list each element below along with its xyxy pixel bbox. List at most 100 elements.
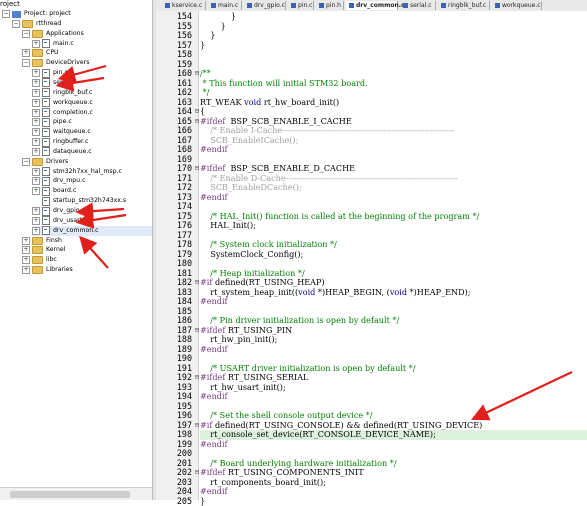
expand-icon[interactable]: + <box>32 148 40 156</box>
collapse-icon[interactable]: − <box>22 30 30 38</box>
project-pane-scrollbar[interactable] <box>0 487 152 500</box>
tree-item-label: Project: project <box>24 9 71 19</box>
code-line[interactable]: } <box>200 22 587 32</box>
code-line[interactable]: } <box>200 31 587 41</box>
expand-icon[interactable]: + <box>32 89 40 97</box>
tree-file-item[interactable]: +ringblk_buf.c <box>32 88 152 98</box>
tree-file-item[interactable]: +workqueue.c <box>32 98 152 108</box>
tree-file-item[interactable]: +pipe.c <box>32 117 152 127</box>
tree-folder-item[interactable]: +Finsh <box>22 236 152 246</box>
expand-icon[interactable]: + <box>32 40 40 48</box>
tree-file-item[interactable]: +dataqueue.c <box>32 147 152 157</box>
code-line[interactable]: SystemClock_Config(); <box>200 250 587 260</box>
tree-file-item[interactable]: +main.c <box>32 39 152 49</box>
tree-item-label: DeviceDrivers <box>46 58 89 68</box>
tree-file-item[interactable]: +pin.c <box>32 68 152 78</box>
code-line[interactable]: rt_hw_usart_init(); <box>200 383 587 393</box>
editor-tab[interactable]: main.c <box>208 1 242 10</box>
code-line[interactable]: rt_console_set_device(RT_CONSOLE_DEVICE_… <box>200 430 587 440</box>
expand-icon[interactable]: + <box>22 266 30 274</box>
tree-file-item[interactable]: +drv_mpu.c <box>32 176 152 186</box>
tree-file-item[interactable]: +serial.c <box>32 78 152 88</box>
expand-icon[interactable]: + <box>32 217 40 225</box>
tree-folder-item[interactable]: + Libraries <box>22 265 152 275</box>
editor-tab[interactable]: serial.c <box>400 1 436 10</box>
tree-item-label: board.c <box>53 186 76 196</box>
tree-file-item[interactable]: startup_stm32h743xx.s <box>32 196 152 206</box>
tree-item-label: libc <box>46 255 57 265</box>
tree-file-item[interactable]: +waitqueue.c <box>32 127 152 137</box>
code-line[interactable]: * This function will initial STM32 board… <box>200 79 587 89</box>
code-editor[interactable]: 154155156157158159160⊟161162163164⊟165⊟1… <box>156 11 587 500</box>
tree-project-item[interactable]: − Project: project <box>2 9 152 19</box>
tree-file-item[interactable]: +stm32h7xx_hal_msp.c <box>32 167 152 177</box>
tree-file-item[interactable]: + board.c <box>32 186 152 196</box>
tree-file-item[interactable]: +drv_gpio.c <box>32 206 152 216</box>
tree-file-item[interactable]: +completion.c <box>32 108 152 118</box>
code-line[interactable]: SCB_EnableDCache(); <box>200 183 587 193</box>
collapse-icon[interactable]: − <box>22 158 30 166</box>
folder-icon <box>32 30 43 38</box>
scrollbar-thumb[interactable] <box>10 491 130 498</box>
expand-icon[interactable]: + <box>32 79 40 87</box>
code-line[interactable]: #endif <box>200 440 587 450</box>
expand-icon[interactable]: + <box>32 128 40 136</box>
expand-icon[interactable]: + <box>22 237 30 245</box>
tree-file-item[interactable]: + ringbuffer.c <box>32 137 152 147</box>
tree-folder-item[interactable]: − Drivers <box>22 157 152 167</box>
folder-icon <box>32 59 43 67</box>
code-line[interactable]: #endif <box>200 345 587 355</box>
expand-icon[interactable]: + <box>32 168 40 176</box>
expand-icon[interactable]: + <box>22 246 30 254</box>
code-line[interactable]: } <box>200 41 587 51</box>
tree-item-label: Drivers <box>46 157 68 167</box>
code-line[interactable]: } <box>200 12 587 22</box>
code-line[interactable]: #endif <box>200 392 587 402</box>
code-line[interactable]: SCB_EnableICache(); <box>200 136 587 146</box>
collapse-icon[interactable]: − <box>22 59 30 67</box>
code-line[interactable]: #endif <box>200 193 587 203</box>
expand-icon[interactable]: + <box>32 177 40 185</box>
collapse-icon[interactable]: − <box>12 20 20 28</box>
editor-tab[interactable]: ringblk_buf.c <box>438 1 490 10</box>
tree-item-label: ringbuffer.c <box>53 137 88 147</box>
expand-icon[interactable]: + <box>22 49 30 57</box>
code-line[interactable]: RT_WEAK void rt_hw_board_init() <box>200 98 587 108</box>
editor-tab[interactable]: drv_common.c <box>346 1 398 10</box>
expand-icon[interactable]: + <box>32 207 40 215</box>
tree-folder-item[interactable]: −Applications <box>22 29 152 39</box>
expand-icon[interactable]: + <box>32 99 40 107</box>
expand-icon[interactable]: + <box>32 69 40 77</box>
editor-tab[interactable]: drv_gpio.c <box>244 1 286 10</box>
expand-icon[interactable]: + <box>32 227 40 235</box>
code-line[interactable]: rt_hw_pin_init(); <box>200 335 587 345</box>
expand-icon[interactable]: + <box>32 109 40 117</box>
tree-file-item[interactable]: +drv_common.c <box>32 226 152 236</box>
expand-icon[interactable]: + <box>32 138 40 146</box>
file-icon <box>42 128 50 137</box>
editor-tab[interactable]: pin.h <box>316 1 344 10</box>
tree-folder-item[interactable]: +CPU <box>22 48 152 58</box>
code-line[interactable]: #endif <box>200 145 587 155</box>
expand-icon[interactable]: + <box>32 187 40 195</box>
project-pane: roject −Project: project−rtthread−Applic… <box>0 0 152 500</box>
code-line[interactable]: rt_system_heap_init((void *)HEAP_BEGIN, … <box>200 288 587 298</box>
code-line[interactable]: HAL_Init(); <box>200 221 587 231</box>
code-line[interactable]: } <box>200 497 587 506</box>
code-line[interactable]: /* HAL_Init() function is called at the … <box>200 212 587 222</box>
tree-folder-item[interactable]: +Kernel <box>22 245 152 255</box>
tree-folder-item[interactable]: + libc <box>22 255 152 265</box>
code-line[interactable]: #endif <box>200 297 587 307</box>
collapse-icon[interactable]: − <box>2 10 10 18</box>
expand-icon[interactable]: + <box>22 256 30 264</box>
editor-tab[interactable]: kservice.c <box>162 1 206 10</box>
editor-tab[interactable]: pin.c <box>288 1 314 10</box>
expand-icon[interactable]: + <box>32 118 40 126</box>
editor-tab[interactable]: workqueue.c <box>492 1 542 10</box>
tree-folder-item[interactable]: −rtthread <box>12 19 152 29</box>
code-line[interactable]: rt_components_board_init(); <box>200 478 587 488</box>
tree-item-label: Libraries <box>46 265 73 275</box>
tree-file-item[interactable]: +drv_usart.c <box>32 216 152 226</box>
tree-folder-item[interactable]: − DeviceDrivers <box>22 58 152 68</box>
code-line[interactable]: #endif <box>200 487 587 497</box>
